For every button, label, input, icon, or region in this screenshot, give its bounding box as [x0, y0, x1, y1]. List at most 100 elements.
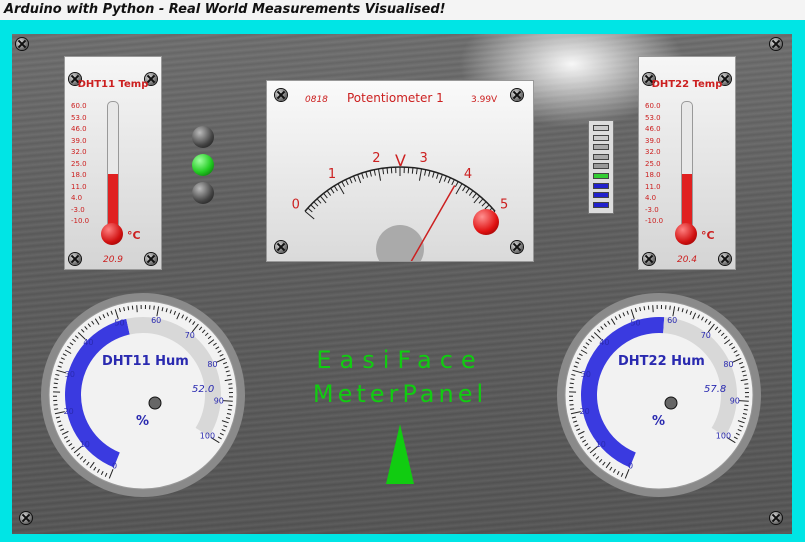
scale-label: 53.0 — [645, 113, 661, 122]
dial-tick — [415, 168, 418, 175]
dial-tick — [330, 187, 335, 194]
gauge-unit: % — [136, 414, 150, 429]
scale-label: 32.0 — [645, 148, 661, 156]
dial-tick — [345, 179, 349, 186]
thermometer-unit: °C — [701, 229, 715, 242]
dial-tick — [454, 181, 459, 188]
gauge-label: 50 — [114, 319, 124, 328]
thermometer-scale: 60.0 53.0 46.0 39.0 32.0 25.0 18.0 11.0 4.0 -3.0 -… — [645, 101, 663, 228]
bar-segment — [593, 134, 609, 141]
scale-label: -3.0 — [71, 205, 85, 214]
screw-icon — [16, 38, 28, 50]
gauge-label: 90 — [214, 396, 224, 405]
red-button[interactable] — [473, 209, 499, 235]
scale-label: 46.0 — [71, 125, 87, 133]
gauge-label: 70 — [185, 331, 195, 340]
dial-tick — [418, 168, 423, 181]
meter-unit: V — [395, 151, 406, 170]
dial-tick — [377, 168, 382, 181]
gauge-title: DHT11 Hum — [102, 354, 189, 369]
meter-dial: 0 1 2 3 4 5 — [292, 151, 508, 261]
dial-tick — [337, 183, 345, 195]
dht11-humidity-gauge: 0 10 20 30 40 50 60 70 80 90 100 — [41, 293, 245, 497]
gauge-tick — [53, 382, 58, 385]
gauge-tick — [127, 306, 130, 311]
thermometer-unit: °C — [127, 229, 141, 242]
thermometer-fill — [682, 173, 692, 230]
gauge-title: DHT22 Hum — [618, 354, 705, 369]
dial-label: 2 — [372, 151, 380, 166]
dial-tick — [357, 174, 362, 184]
screw-icon — [20, 512, 32, 524]
dial-tick — [447, 177, 451, 184]
dial-tick — [473, 195, 481, 204]
gauge-label: 100 — [716, 431, 731, 440]
thermometer-value: 20.4 — [676, 255, 698, 265]
dial-tick — [353, 175, 357, 182]
thermometer-scale: 60.0 53.0 46.0 39.0 32.0 25.0 18.0 11.0 4.0 -3.0 -… — [71, 101, 89, 228]
scale-label: 25.0 — [71, 159, 87, 168]
scale-label: 60.0 — [645, 102, 661, 110]
scale-label: 18.0 — [71, 171, 87, 179]
scale-label: -3.0 — [645, 205, 659, 214]
bar-segment — [593, 201, 609, 208]
dial-tick — [323, 192, 328, 199]
gauge-label: 60 — [667, 316, 677, 325]
dial-tick — [361, 172, 365, 179]
scale-label: 11.0 — [645, 182, 661, 191]
scale-label: 4.0 — [645, 194, 657, 202]
dial-tick — [349, 177, 353, 184]
gauge-label: 30 — [65, 370, 75, 379]
dial-tick — [319, 195, 327, 204]
dial-tick — [465, 187, 470, 194]
scale-label: 46.0 — [645, 125, 661, 133]
bar-segment — [593, 144, 609, 151]
gauge-label: 60 — [151, 316, 161, 325]
dial-tick — [472, 192, 477, 199]
dial-label: 4 — [464, 167, 472, 182]
dial-tick — [411, 167, 414, 174]
bar-segment — [593, 192, 609, 199]
dial-tick — [313, 201, 319, 207]
brand-line2: MeterPanel — [313, 380, 487, 408]
gauge-tick — [54, 408, 59, 410]
gauge-label: 90 — [730, 396, 740, 405]
gauge-tick — [228, 383, 233, 385]
gauge-tick — [569, 382, 574, 385]
gauge-tick — [643, 306, 646, 311]
dial-label: 5 — [500, 198, 508, 213]
gauge-value: 57.8 — [704, 384, 727, 395]
gauge-tick — [738, 400, 749, 402]
dial-tick — [310, 204, 316, 210]
dial-tick — [428, 170, 431, 177]
gauge-tick — [570, 378, 575, 380]
dial-tick — [341, 181, 346, 188]
bar-segment — [593, 153, 609, 160]
screw-icon — [770, 512, 782, 524]
gauge-label: 50 — [630, 319, 640, 328]
dial-label: 1 — [328, 167, 336, 182]
level-bar-indicator — [588, 120, 614, 214]
gauge-tick — [743, 408, 748, 411]
thermometer-value: 20.9 — [102, 255, 124, 265]
dial-tick — [481, 201, 487, 207]
scale-label: 60.0 — [71, 102, 87, 110]
dial-label: 3 — [419, 151, 427, 166]
gauge-label: 100 — [200, 431, 215, 440]
window-title: Arduino with Python - Real World Measure… — [0, 0, 805, 20]
brand-logo: EasiFace MeterPanel — [313, 346, 487, 408]
dial-tick — [468, 190, 474, 196]
gauge-hub-screw — [148, 396, 162, 410]
gauge-label: 0 — [628, 461, 633, 470]
arrow-marker-icon — [386, 424, 414, 484]
gauge-label: 10 — [596, 440, 606, 449]
thermometer-tube — [107, 101, 119, 231]
gauge-label: 30 — [581, 370, 591, 379]
dial-tick — [443, 175, 447, 182]
dial-tick — [386, 167, 389, 174]
dial-tick — [373, 169, 376, 176]
gauge-label: 20 — [64, 407, 74, 416]
gauge-tick — [222, 400, 233, 402]
dht11-thermometer: DHT11 Temp 60.0 53.0 46.0 39.0 32.0 25.0 18.0 1… — [64, 56, 162, 270]
screw-icon — [770, 38, 782, 50]
